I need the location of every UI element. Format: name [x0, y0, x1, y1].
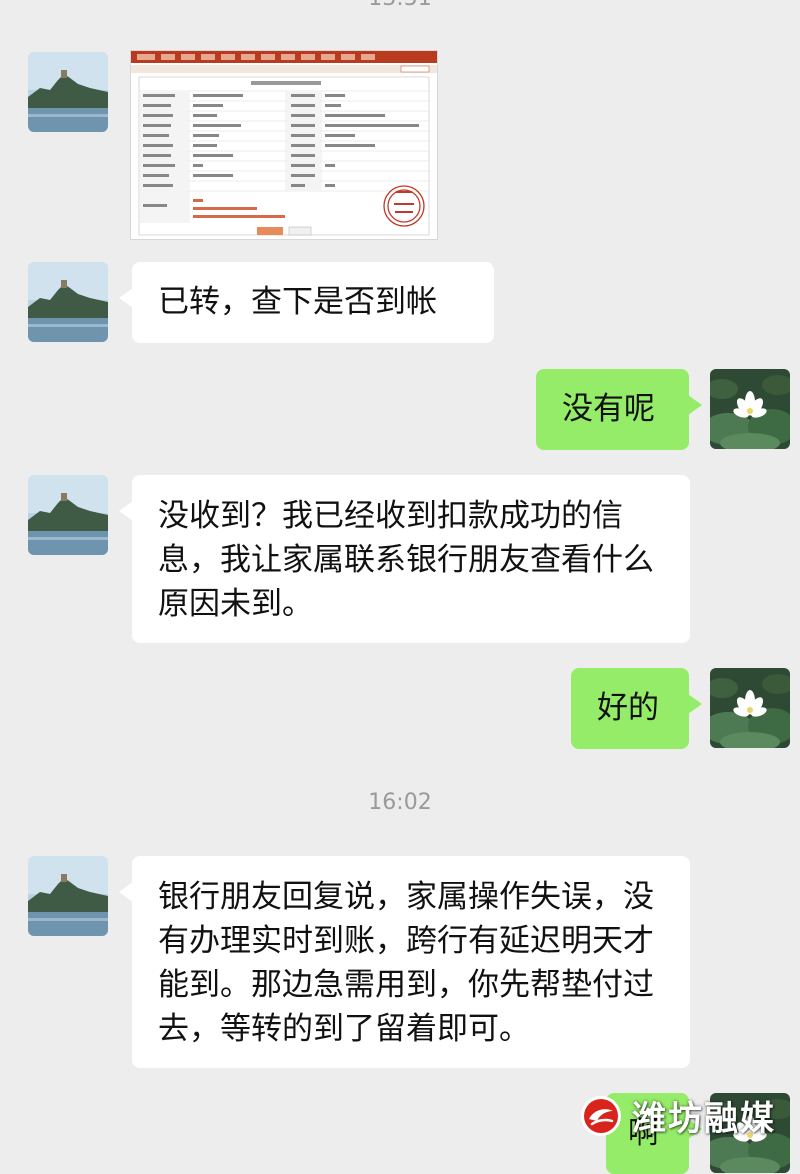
- image-message[interactable]: [130, 50, 438, 240]
- watermark: 潍坊融媒: [580, 1091, 776, 1140]
- watermark-logo-icon: [581, 1095, 621, 1136]
- message-bubble-received[interactable]: 银行朋友回复说，家属操作失误，没有办理实时到账，跨行有延迟明天才能到。那边急需用…: [119, 856, 690, 1068]
- timestamp: 16:02: [368, 790, 432, 815]
- message-bubble-received[interactable]: 已转，查下是否到帐: [119, 262, 494, 343]
- user-avatar[interactable]: [710, 668, 790, 748]
- message-bubble-received[interactable]: 没收到？我已经收到扣款成功的信息，我让家属联系银行朋友查看什么原因未到。: [119, 475, 690, 643]
- watermark-text: 潍坊融媒: [632, 1099, 776, 1139]
- message-bubble-sent[interactable]: 好的: [571, 668, 702, 749]
- user-avatar[interactable]: [710, 369, 790, 449]
- sender-avatar[interactable]: [28, 856, 108, 936]
- sender-avatar[interactable]: [28, 262, 108, 342]
- message-bubble-sent[interactable]: 没有呢: [536, 369, 702, 450]
- sender-avatar[interactable]: [28, 475, 108, 555]
- sender-avatar[interactable]: [28, 52, 108, 132]
- timestamp: 13:51: [0, 0, 800, 11]
